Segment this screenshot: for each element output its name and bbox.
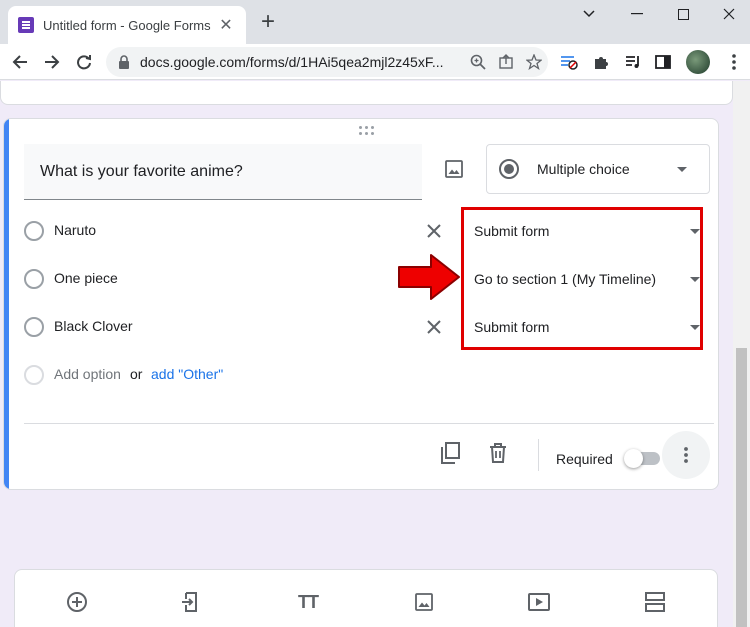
media-queue-icon[interactable]: [622, 52, 644, 72]
go-to-section-value: Go to section 1 (My Timeline): [474, 271, 657, 287]
required-toggle[interactable]: [624, 449, 662, 468]
option-row: Naruto Submit form: [24, 207, 714, 255]
extensions-puzzle-icon[interactable]: [590, 52, 612, 72]
address-bar[interactable]: docs.google.com/forms/d/1HAi5qea2mjl2z45…: [106, 47, 548, 77]
question-title-input[interactable]: What is your favorite anime?: [24, 144, 422, 200]
go-to-section-dropdown[interactable]: Go to section 1 (My Timeline): [474, 261, 706, 297]
option-radio: [24, 221, 44, 241]
or-text: or: [130, 366, 143, 382]
forward-arrow-icon[interactable]: [38, 48, 66, 76]
add-question-icon[interactable]: [65, 590, 89, 614]
go-to-section-dropdown[interactable]: Submit form: [474, 309, 706, 345]
bottom-toolbar: TT: [14, 569, 718, 627]
add-title-description-icon[interactable]: TT: [296, 590, 320, 614]
side-panel-icon[interactable]: [652, 52, 674, 72]
tab-search-icon[interactable]: [566, 0, 612, 28]
back-arrow-icon[interactable]: [6, 48, 34, 76]
scrollbar-thumb[interactable]: [736, 348, 747, 627]
new-tab-button[interactable]: +: [256, 10, 280, 34]
dropdown-caret-icon: [677, 166, 687, 172]
url-text: docs.google.com/forms/d/1HAi5qea2mjl2z45…: [140, 54, 444, 70]
add-image-icon[interactable]: [440, 155, 468, 183]
add-other-link[interactable]: add "Other": [151, 366, 223, 382]
drag-handle-icon[interactable]: [359, 126, 377, 136]
option-label[interactable]: Naruto: [54, 222, 96, 238]
go-to-section-value: Submit form: [474, 223, 550, 239]
active-card-indicator: [4, 119, 9, 489]
reload-icon[interactable]: [70, 48, 98, 76]
profile-avatar[interactable]: [686, 50, 710, 74]
add-option-button[interactable]: Add option: [54, 366, 121, 382]
question-card[interactable]: What is your favorite anime? Multiple ch…: [3, 118, 719, 490]
question-type-dropdown[interactable]: Multiple choice: [486, 144, 710, 194]
import-questions-icon[interactable]: [179, 590, 203, 614]
more-options-icon[interactable]: [662, 431, 710, 479]
share-icon[interactable]: [492, 54, 520, 70]
question-type-label: Multiple choice: [537, 161, 630, 177]
add-option-row: Add option or add "Other": [24, 351, 424, 399]
zoom-icon[interactable]: [464, 54, 492, 70]
add-section-icon[interactable]: [643, 590, 667, 614]
remove-option-icon[interactable]: [422, 315, 446, 339]
remove-option-icon[interactable]: [422, 219, 446, 243]
previous-card: [0, 81, 733, 105]
footer-separator: [538, 439, 539, 471]
bookmark-star-icon[interactable]: [520, 54, 548, 70]
minimize-button[interactable]: [614, 0, 660, 28]
option-label[interactable]: Black Clover: [54, 318, 133, 334]
tab-strip: Untitled form - Google Forms ✕ +: [0, 0, 750, 44]
dropdown-caret-icon: [690, 324, 700, 330]
browser-toolbar: docs.google.com/forms/d/1HAi5qea2mjl2z45…: [0, 44, 750, 80]
google-forms-icon: [18, 17, 34, 33]
delete-trash-icon[interactable]: [486, 441, 510, 465]
red-arrow-annotation: [398, 254, 460, 300]
add-image-icon[interactable]: [412, 590, 436, 614]
add-video-icon[interactable]: [527, 590, 551, 614]
go-to-section-dropdown[interactable]: Submit form: [474, 213, 706, 249]
option-row: Black Clover Submit form: [24, 303, 714, 351]
maximize-button[interactable]: [660, 0, 706, 28]
browser-tab[interactable]: Untitled form - Google Forms ✕: [8, 6, 246, 44]
option-radio: [24, 317, 44, 337]
go-to-section-value: Submit form: [474, 319, 550, 335]
tab-close-icon[interactable]: ✕: [216, 15, 236, 35]
card-divider: [24, 423, 714, 424]
option-radio: [24, 269, 44, 289]
dropdown-caret-icon: [690, 228, 700, 234]
dropdown-caret-icon: [690, 276, 700, 282]
duplicate-icon[interactable]: [438, 441, 462, 465]
required-label: Required: [556, 451, 613, 467]
lock-icon: [118, 55, 130, 69]
tab-title: Untitled form - Google Forms: [43, 17, 211, 33]
browser-menu-icon[interactable]: [724, 52, 744, 72]
option-label[interactable]: One piece: [54, 270, 118, 286]
option-row: One piece Go to section 1 (My Timeline): [24, 255, 714, 303]
radio-button-icon: [499, 159, 519, 179]
option-radio: [24, 365, 44, 385]
extension-link-icon[interactable]: [558, 52, 580, 72]
toggle-knob: [624, 449, 643, 468]
close-window-button[interactable]: [706, 0, 750, 28]
